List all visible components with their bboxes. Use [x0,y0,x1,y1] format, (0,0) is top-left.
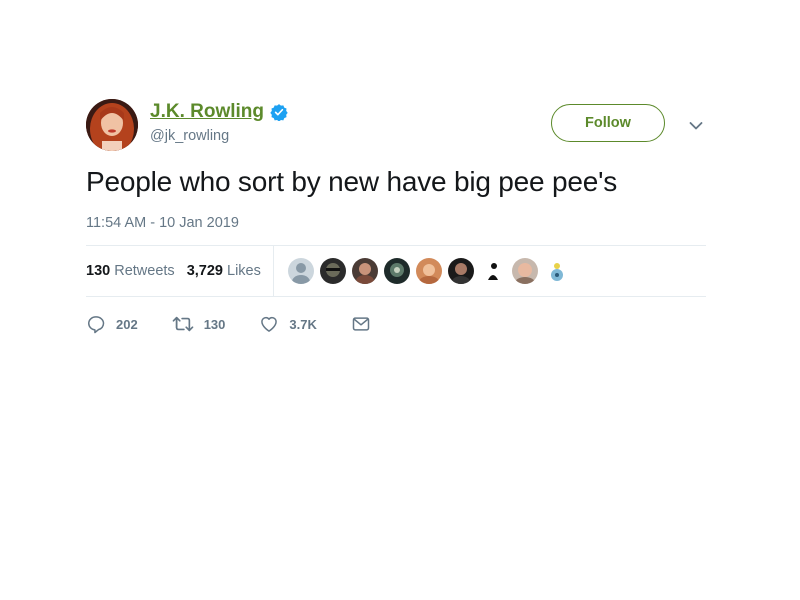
likes-label: Likes [227,263,261,279]
liker-avatar[interactable] [543,258,570,284]
reply-count: 202 [116,316,138,332]
stats-divider [272,246,274,296]
liker-avatar[interactable] [511,258,538,284]
tweet-stats: 130 Retweets 3,729 Likes [86,245,706,297]
liker-avatar[interactable] [447,258,474,284]
liker-avatar[interactable] [351,258,378,284]
verified-badge-icon [270,103,288,122]
liker-avatars [287,258,576,284]
retweets-stat[interactable]: 130 Retweets [86,263,175,279]
follow-button[interactable]: Follow [551,104,665,142]
display-name-row: J.K. Rowling [150,100,288,124]
tweet-header: J.K. Rowling @jk_rowling Follow [86,96,706,156]
liker-avatar[interactable] [479,258,506,284]
tweet-actions: 202 130 3.7K [86,313,706,335]
direct-message-button[interactable] [351,315,371,333]
reply-icon [86,314,106,334]
reply-button[interactable]: 202 [86,314,138,334]
liker-avatar[interactable] [383,258,410,284]
likes-count: 3,729 [186,263,223,279]
retweets-label: Retweets [114,263,175,279]
avatar[interactable] [86,99,138,151]
liker-avatar[interactable] [415,258,442,284]
heart-icon [259,314,279,334]
tweet-card: J.K. Rowling @jk_rowling Follow People w… [86,96,706,335]
author-names: J.K. Rowling @jk_rowling [150,100,288,144]
tweet-timestamp[interactable]: 11:54 AM - 10 Jan 2019 [86,215,706,231]
like-button[interactable]: 3.7K [259,314,317,334]
liker-avatar[interactable] [287,258,314,284]
chevron-down-icon[interactable] [689,118,703,130]
retweet-icon [172,314,194,334]
author-display-name[interactable]: J.K. Rowling [150,101,264,123]
author-handle[interactable]: @jk_rowling [150,128,288,144]
retweet-count: 130 [203,316,226,332]
likes-stat[interactable]: 3,729 Likes [187,263,261,279]
retweet-button[interactable]: 130 [172,314,226,334]
tweet-text: People who sort by new have big pee pee'… [86,166,618,197]
retweets-count: 130 [86,263,111,279]
envelope-icon [351,315,371,333]
like-count: 3.7K [289,316,317,332]
liker-avatar[interactable] [319,258,346,284]
